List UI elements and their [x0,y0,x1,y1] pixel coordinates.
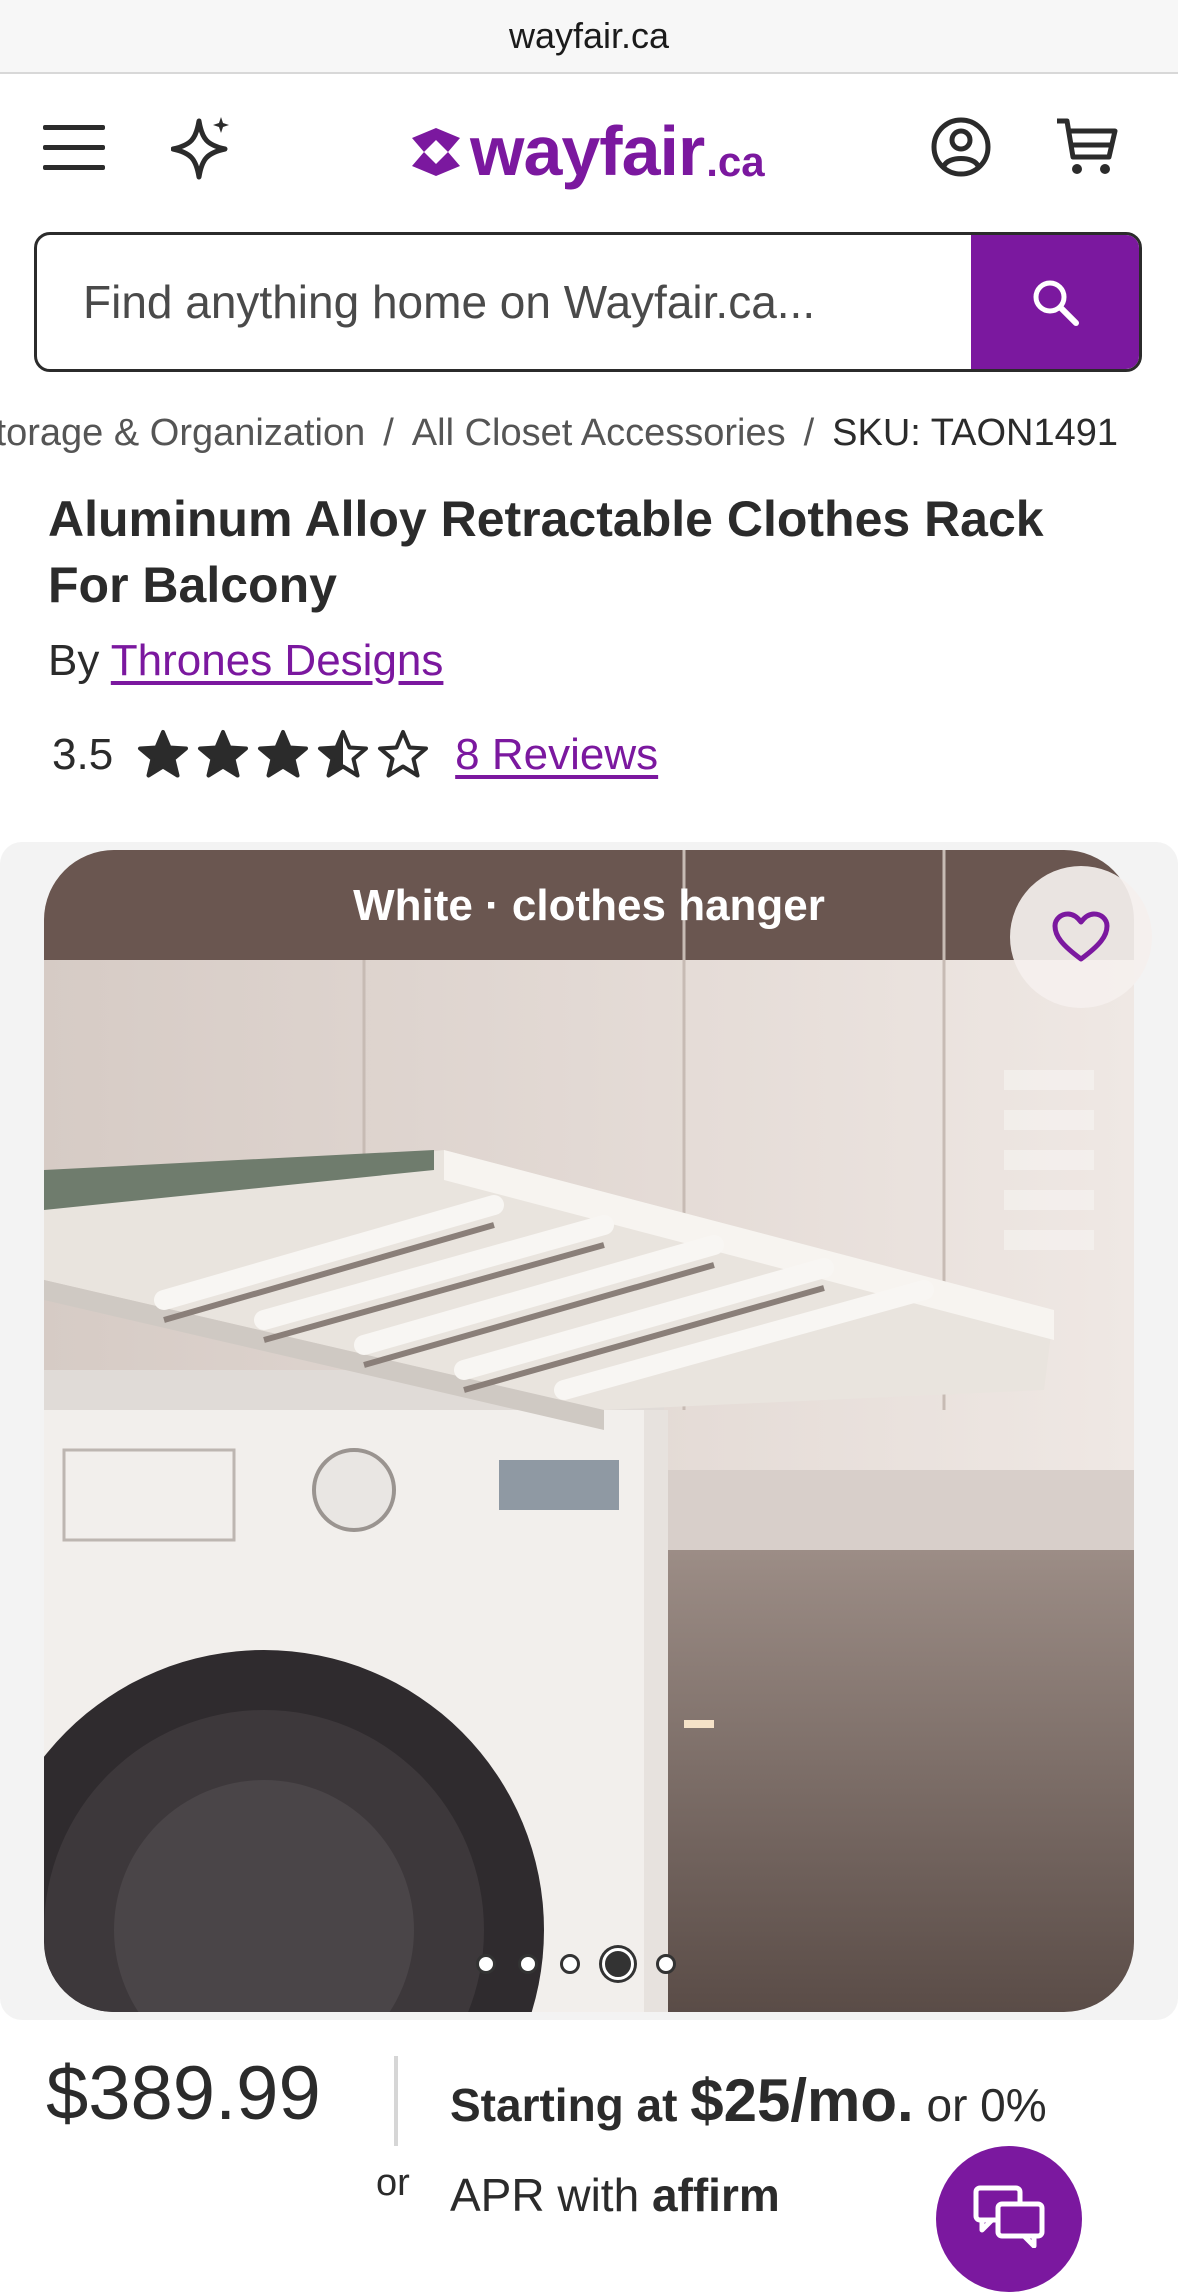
account-button[interactable] [924,110,998,184]
gallery-pagination [476,1948,676,1980]
brand-link[interactable]: Thrones Designs [111,636,444,685]
search-input[interactable] [37,235,971,369]
star-rating [137,729,429,781]
browser-url-bar[interactable]: wayfair.ca [0,0,1178,74]
affirm-logo: affirm [651,2169,780,2221]
search-icon [1033,280,1079,326]
sparkle-icon [171,117,229,180]
monthly-price: $25/mo. [690,2067,914,2134]
product-price: $389.99 [46,2051,321,2136]
reviews-link[interactable]: 8 Reviews [455,730,658,780]
cart-button[interactable] [1050,110,1124,184]
menu-button[interactable] [40,114,108,182]
search-button[interactable] [971,235,1139,369]
image-caption: White · clothes hanger [353,881,825,930]
url-text: wayfair.ca [508,15,670,56]
star-half-icon [318,730,369,778]
starting-at-label: Starting at [450,2079,678,2131]
apr-text: or 0% [926,2079,1047,2131]
gallery-dot-active[interactable] [602,1948,634,1980]
breadcrumb: Storage & Organization / All Closet Access… [0,408,1178,464]
breadcrumb-separator: / [383,412,394,454]
ai-assistant-button[interactable] [168,110,236,186]
wayfair-logo[interactable]: wayfair .ca [408,112,765,186]
star-full-icon [138,730,189,778]
site-header: wayfair .ca [0,74,1178,224]
menu-icon [43,125,105,170]
product-rating: 3.5 8 Reviews [52,722,658,788]
breadcrumb-item-storage[interactable]: Storage & Organization [0,412,365,454]
gallery-dot[interactable] [656,1954,676,1974]
price-divider [394,2056,398,2146]
star-full-icon [198,730,249,778]
gallery-dot[interactable] [560,1954,580,1974]
price-section: $389.99 or Starting at $25/mo. or 0% APR… [0,2020,1178,2292]
product-image-gallery[interactable]: White · clothes hanger [0,842,1178,2020]
breadcrumb-current-sku: SKU: TAON1491 [832,412,1118,454]
product-byline: By Thrones Designs [48,636,443,686]
gallery-dot[interactable] [476,1954,496,1974]
search-bar [34,232,1142,372]
cart-icon [1057,118,1118,174]
by-label: By [48,636,100,685]
chat-icon [973,2185,1045,2248]
apr-with-label: APR with [450,2169,640,2221]
wayfair-pinwheel-icon [412,128,460,176]
account-icon [931,117,991,177]
breadcrumb-item-closet-accessories[interactable]: All Closet Accessories [412,412,786,454]
star-full-icon [258,730,309,778]
product-photo: White · clothes hanger [44,850,1134,2012]
rating-value: 3.5 [52,730,114,779]
star-empty-icon [378,730,429,778]
breadcrumb-separator: / [803,412,815,454]
logo-suffix: .ca [706,138,765,185]
product-title: Aluminum Alloy Retractable Clothes Rack … [48,491,1044,613]
favorite-button[interactable] [1010,866,1152,1008]
logo-wordmark: wayfair [470,112,705,190]
heart-icon [1052,911,1110,962]
or-label: or [376,2162,410,2204]
chat-button[interactable] [936,2146,1082,2292]
gallery-dot[interactable] [518,1954,538,1974]
